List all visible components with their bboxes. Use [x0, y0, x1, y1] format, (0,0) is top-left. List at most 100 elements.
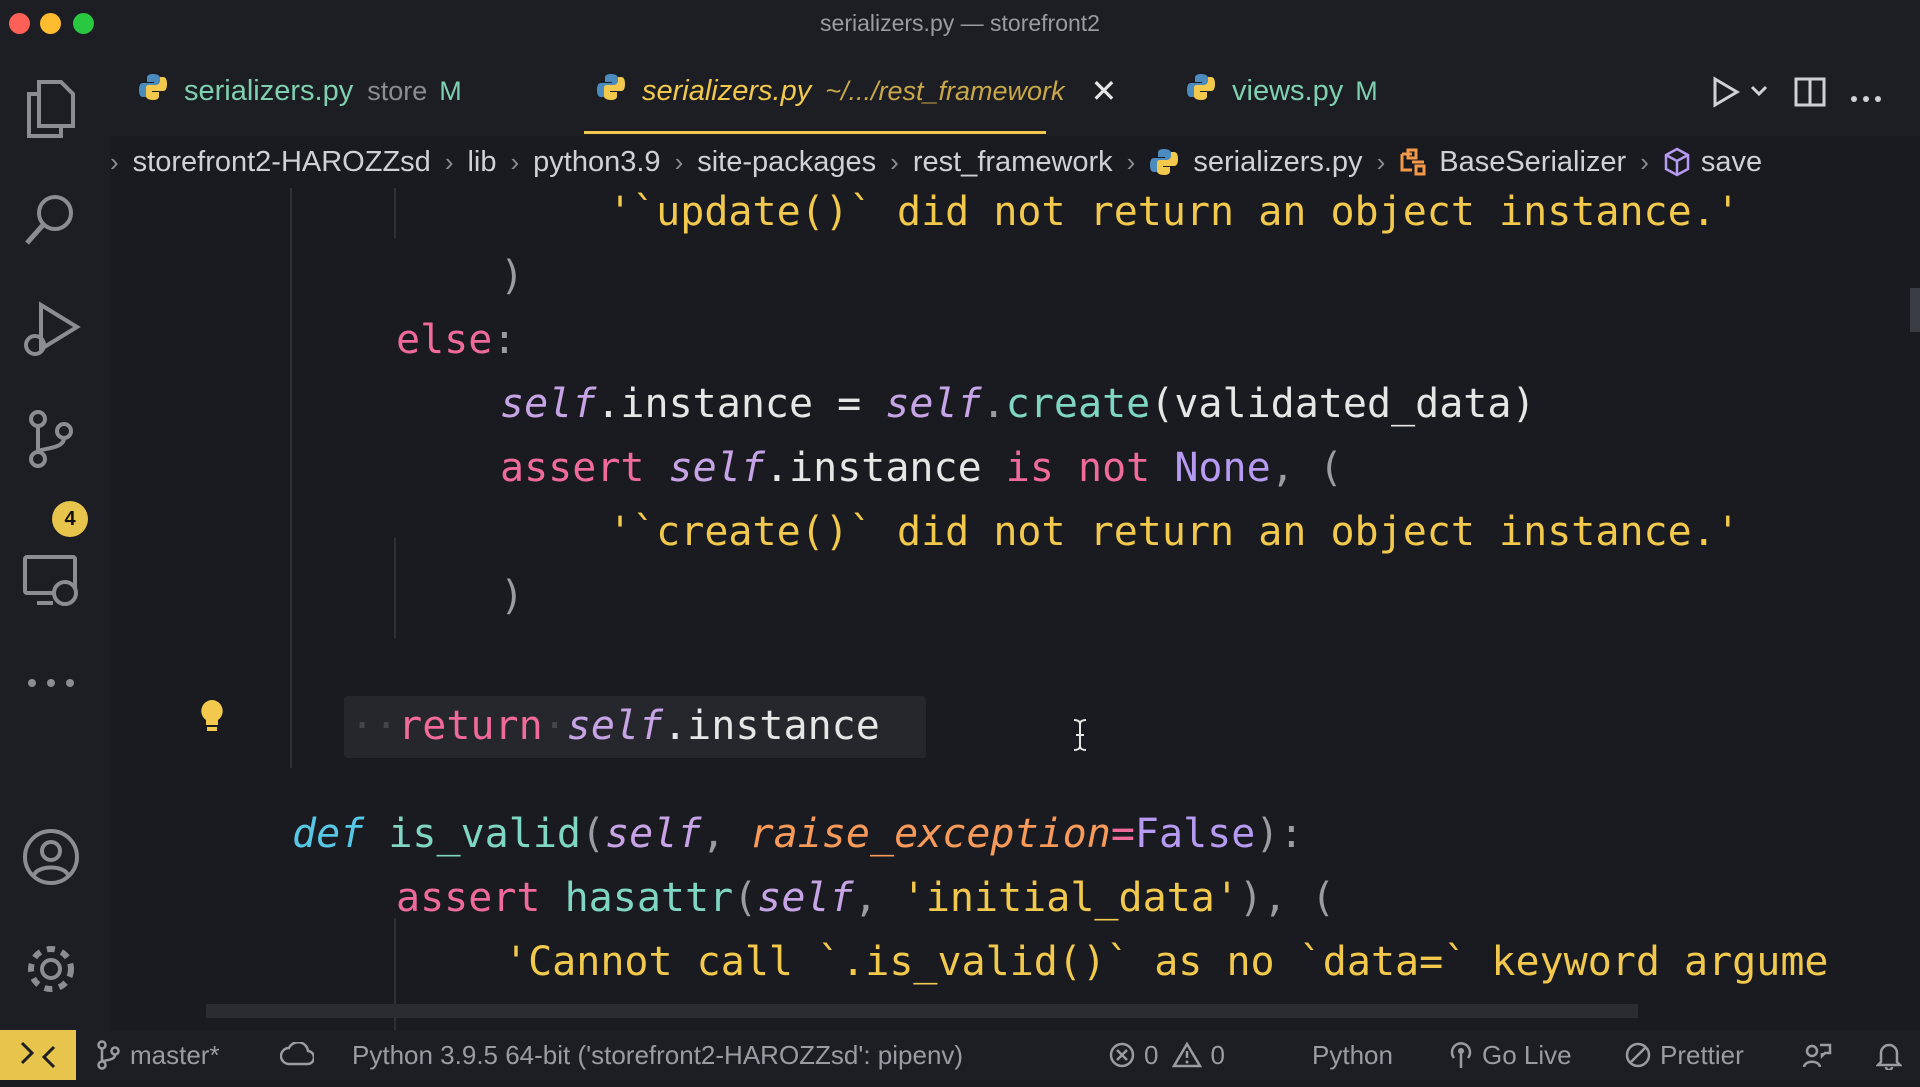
self-keyword: self	[668, 445, 765, 491]
breadcrumb-item[interactable]: lib	[467, 146, 496, 179]
chevron-right-icon: ›	[890, 146, 899, 177]
tab-views[interactable]: views.py M	[1186, 46, 1378, 136]
editor-tabs: serializers.py store M serializers.py ~/…	[110, 46, 1920, 136]
breadcrumb-item-file[interactable]: serializers.py	[1149, 145, 1363, 179]
tab-description: ~/.../rest_framework	[825, 75, 1065, 106]
string-literal: '`create()` did not return an object ins…	[608, 509, 1740, 555]
modified-indicator: M	[1355, 75, 1378, 106]
punctuation: (	[733, 875, 758, 921]
self-keyword: self	[885, 381, 982, 427]
tab-serializers-rest-framework[interactable]: serializers.py ~/.../rest_framework ✕	[584, 46, 1117, 136]
language-mode[interactable]: Python	[1312, 1030, 1393, 1080]
search-icon[interactable]	[18, 186, 84, 252]
parameter: raise_exception	[749, 811, 1111, 857]
code-text: .instance	[764, 445, 1006, 491]
punctuation: )	[500, 573, 525, 619]
breadcrumb-item[interactable]: storefront2-HAROZZsd	[133, 146, 431, 179]
breadcrumb-item[interactable]: python3.9	[533, 146, 660, 179]
self-keyword: self	[757, 875, 854, 921]
breadcrumb-item[interactable]: site-packages	[697, 146, 876, 179]
breadcrumb-item-class[interactable]: BaseSerializer	[1399, 146, 1626, 179]
punctuation: :	[492, 317, 517, 363]
breadcrumb-label: BaseSerializer	[1439, 145, 1627, 178]
code-text: .instance =	[596, 381, 886, 427]
python-file-icon	[596, 72, 626, 110]
source-control-badge: 4	[52, 501, 88, 537]
chevron-right-icon: ›	[1376, 146, 1386, 177]
go-live-label: Go Live	[1482, 1039, 1572, 1070]
code-editor[interactable]: '`update()` did not return an object ins…	[110, 188, 1920, 1030]
code-line: def is_valid(self, raise_exception=False…	[292, 802, 1304, 866]
self-keyword: self	[566, 703, 664, 749]
remote-explorer-icon[interactable]	[18, 548, 84, 614]
code-text: .instance	[663, 703, 880, 749]
feedback-icon[interactable]	[1802, 1030, 1832, 1080]
breadcrumb-item-method[interactable]: save	[1663, 146, 1762, 179]
lightbulb-icon[interactable]	[198, 698, 226, 739]
breadcrumb-label: serializers.py	[1193, 145, 1363, 178]
string-literal: '`update()` did not return an object ins…	[608, 189, 1740, 235]
function-name: hasattr	[564, 875, 734, 921]
code-line: assert hasattr(self, 'initial_data'), (	[396, 866, 1335, 930]
keyword: is not	[1005, 445, 1151, 491]
status-bar: master* Python 3.9.5 64-bit ('storefront…	[0, 1030, 1920, 1080]
chevron-right-icon: ›	[110, 146, 119, 177]
branch-status[interactable]: master*	[96, 1030, 220, 1080]
explorer-icon[interactable]	[18, 76, 84, 142]
chevron-down-icon[interactable]	[1750, 84, 1768, 102]
remote-icon[interactable]	[0, 1030, 76, 1080]
chevron-right-icon: ›	[1640, 146, 1649, 177]
string-literal: 'Cannot call `.is_valid()` as no `data=`…	[504, 939, 1829, 985]
punctuation: ), (	[1238, 875, 1336, 921]
string-literal: 'initial_data'	[901, 875, 1239, 921]
whitespace-dots: ··	[350, 703, 399, 749]
operator: =	[1110, 811, 1135, 857]
source-control-icon[interactable]	[18, 406, 84, 472]
punctuation: ):	[1255, 811, 1304, 857]
python-interpreter[interactable]: Python 3.9.5 64-bit ('storefront2-HAROZZ…	[352, 1030, 963, 1080]
settings-gear-icon[interactable]	[18, 936, 84, 1002]
indent-guide	[394, 538, 396, 638]
account-icon[interactable]	[18, 824, 84, 890]
code-line: )	[500, 244, 524, 308]
bell-icon[interactable]	[1876, 1030, 1902, 1080]
python-file-icon	[1186, 72, 1216, 110]
more-actions-icon[interactable]	[1850, 90, 1882, 108]
constant: False	[1134, 811, 1256, 857]
go-live-button[interactable]: Go Live	[1448, 1030, 1572, 1080]
window-title: serializers.py — storefront2	[820, 10, 1100, 36]
prettier-icon	[1624, 1041, 1652, 1069]
branch-icon	[96, 1040, 120, 1070]
horizontal-scrollbar[interactable]	[206, 1004, 1638, 1018]
breadcrumb-item[interactable]: rest_framework	[913, 146, 1113, 179]
run-icon[interactable]	[1712, 76, 1740, 113]
code-line: else:	[396, 308, 516, 372]
punctuation: .	[981, 381, 1006, 427]
breadcrumb: › storefront2-HAROZZsd › lib › python3.9…	[110, 136, 1920, 188]
tab-serializers-store[interactable]: serializers.py store M	[138, 46, 462, 136]
broadcast-icon	[1448, 1040, 1474, 1070]
punctuation: ,	[853, 875, 902, 921]
close-icon[interactable]: ✕	[1091, 72, 1118, 110]
python-file-icon	[1149, 147, 1179, 177]
split-editor-icon[interactable]	[1794, 76, 1826, 113]
problems-status[interactable]: 0 0	[1108, 1030, 1225, 1080]
branch-name: master*	[130, 1039, 220, 1070]
keyword: else	[396, 317, 493, 363]
tab-label: views.py	[1232, 74, 1344, 107]
more-icon[interactable]	[18, 650, 84, 716]
code-line: self.instance = self.create(validated_da…	[500, 372, 1536, 436]
indent-guide	[394, 188, 396, 238]
prettier-status[interactable]: Prettier	[1624, 1030, 1744, 1080]
punctuation: , (	[1270, 445, 1343, 491]
code-line: '`update()` did not return an object ins…	[608, 188, 1740, 244]
code-line: )	[500, 564, 524, 628]
title-bar: serializers.py — storefront2	[0, 0, 1920, 46]
code-line: assert self.instance is not None, (	[500, 436, 1343, 500]
sync-icon[interactable]	[280, 1030, 314, 1080]
self-keyword: self	[605, 811, 702, 857]
keyword: assert	[500, 445, 645, 491]
chevron-right-icon: ›	[674, 146, 684, 177]
overview-ruler-mark	[1910, 288, 1920, 332]
run-debug-icon[interactable]	[18, 296, 84, 362]
